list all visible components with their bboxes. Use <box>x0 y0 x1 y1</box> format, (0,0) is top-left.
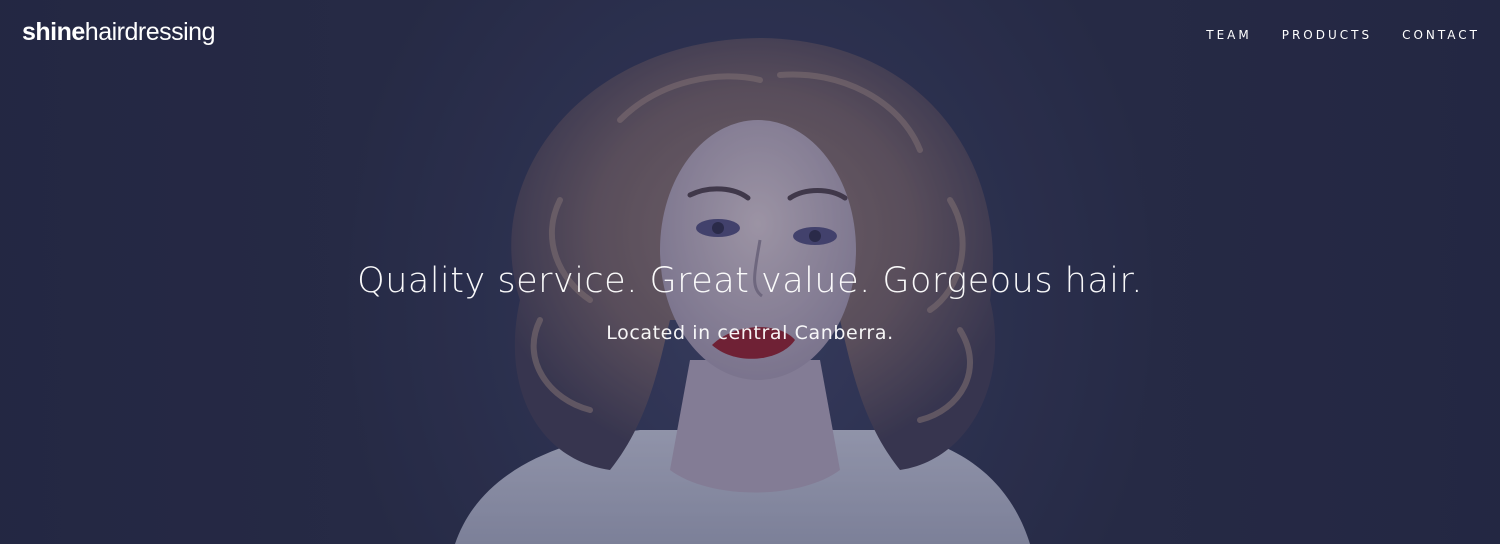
main-nav: TEAM PRODUCTS CONTACT <box>1206 28 1480 42</box>
logo-light-text: hairdressing <box>84 18 216 46</box>
top-navbar: shinehairdressing TEAM PRODUCTS CONTACT <box>0 0 1500 72</box>
nav-item-contact[interactable]: CONTACT <box>1402 28 1480 42</box>
hero-subheadline: Located in central Canberra. <box>606 322 894 344</box>
hero-headline: Quality service. Great value. Gorgeous h… <box>357 261 1143 302</box>
nav-item-team[interactable]: TEAM <box>1206 28 1251 42</box>
nav-item-products[interactable]: PRODUCTS <box>1282 28 1372 42</box>
site-logo[interactable]: shinehairdressing <box>22 18 215 47</box>
hero-section: shinehairdressing TEAM PRODUCTS CONTACT … <box>0 0 1500 544</box>
logo-bold-text: shine <box>22 18 85 46</box>
